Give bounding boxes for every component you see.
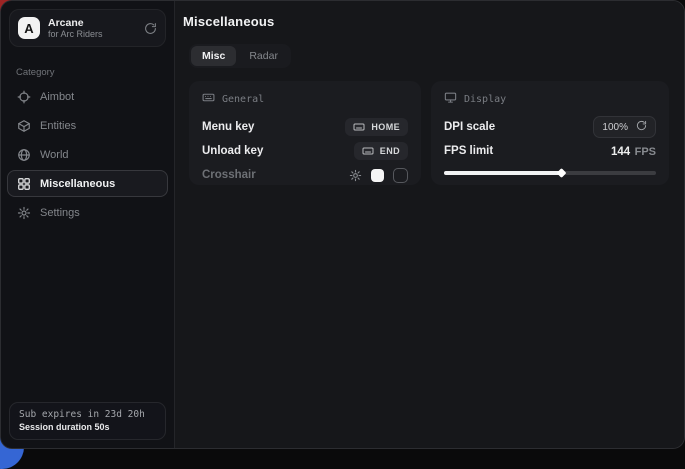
sidebar-item-miscellaneous[interactable]: Miscellaneous xyxy=(7,170,168,197)
rotate-icon[interactable] xyxy=(636,120,647,134)
unload-key-label: Unload key xyxy=(202,145,263,157)
account-subtitle: for Arc Riders xyxy=(48,29,103,40)
fps-limit-slider[interactable] xyxy=(444,171,656,175)
sidebar-nav: Aimbot Entities World Miscellaneous xyxy=(1,83,174,226)
sidebar-item-label: Entities xyxy=(40,120,76,132)
globe-icon xyxy=(17,148,31,162)
sidebar: A Arcane for Arc Riders Category Aimbot xyxy=(1,1,175,448)
session-duration-text: Session duration 50s xyxy=(19,422,156,432)
sidebar-spacer xyxy=(1,226,174,394)
sidebar-item-label: Aimbot xyxy=(40,91,74,103)
fps-slider-fill xyxy=(444,171,561,175)
display-card: Display DPI scale 100% FPS limit 144 xyxy=(431,81,669,185)
keyboard-icon xyxy=(362,145,374,157)
sidebar-item-world[interactable]: World xyxy=(7,141,168,168)
refresh-icon[interactable] xyxy=(144,22,157,35)
display-card-title: Display xyxy=(464,94,506,105)
crosshair-color-swatch[interactable] xyxy=(371,169,384,182)
fps-limit-value: 144 xyxy=(611,146,630,158)
grid-icon xyxy=(17,177,31,191)
sidebar-item-label: Settings xyxy=(40,207,80,219)
menu-key-bind-button[interactable]: HOME xyxy=(345,118,408,136)
sidebar-item-label: Miscellaneous xyxy=(40,178,115,190)
tab-radar[interactable]: Radar xyxy=(238,46,289,66)
fps-slider-thumb[interactable] xyxy=(556,168,566,178)
sidebar-item-settings[interactable]: Settings xyxy=(7,199,168,226)
fps-limit-value-group: 144 FPS xyxy=(611,142,656,160)
menu-key-label: Menu key xyxy=(202,121,254,133)
main-panel: Miscellaneous Misc Radar General Menu ke… xyxy=(175,1,684,448)
gear-icon xyxy=(17,206,31,220)
menu-key-row: Menu key HOME xyxy=(202,115,408,139)
crosshair-settings-gear-icon[interactable] xyxy=(349,169,362,182)
dpi-scale-label: DPI scale xyxy=(444,121,495,133)
keyboard-icon xyxy=(202,91,215,107)
general-card: General Menu key HOME Unload key END xyxy=(189,81,421,185)
account-card[interactable]: A Arcane for Arc Riders xyxy=(9,9,166,47)
monitor-icon xyxy=(444,91,457,107)
fps-limit-row: FPS limit 144 FPS xyxy=(444,139,656,163)
tab-bar: Misc Radar xyxy=(189,44,291,68)
tab-misc[interactable]: Misc xyxy=(191,46,236,66)
subscription-card: Sub expires in 23d 20h Session duration … xyxy=(9,402,166,440)
crosshair-checkbox[interactable] xyxy=(393,168,408,183)
crosshair-label: Crosshair xyxy=(202,169,256,181)
unload-key-bind-button[interactable]: END xyxy=(354,142,408,160)
general-card-header: General xyxy=(202,91,408,107)
settings-cards: General Menu key HOME Unload key END xyxy=(189,81,669,185)
account-info: Arcane for Arc Riders xyxy=(48,17,103,40)
menu-key-value: HOME xyxy=(371,122,400,132)
crosshair-row: Crosshair xyxy=(202,163,408,187)
fps-limit-unit: FPS xyxy=(635,146,656,158)
avatar: A xyxy=(18,17,40,39)
dpi-scale-row: DPI scale 100% xyxy=(444,115,656,139)
unload-key-row: Unload key END xyxy=(202,139,408,163)
account-name: Arcane xyxy=(48,17,103,29)
sidebar-item-label: World xyxy=(40,149,69,161)
general-card-title: General xyxy=(222,94,264,105)
dpi-scale-value: 100% xyxy=(602,122,628,133)
display-card-header: Display xyxy=(444,91,656,107)
fps-limit-label: FPS limit xyxy=(444,145,493,157)
unload-key-value: END xyxy=(380,146,400,156)
category-label: Category xyxy=(16,67,174,78)
app-window: A Arcane for Arc Riders Category Aimbot xyxy=(0,0,685,449)
dpi-scale-control[interactable]: 100% xyxy=(593,116,656,138)
keyboard-icon xyxy=(353,121,365,133)
sidebar-item-aimbot[interactable]: Aimbot xyxy=(7,83,168,110)
page-title: Miscellaneous xyxy=(183,14,669,29)
sidebar-item-entities[interactable]: Entities xyxy=(7,112,168,139)
crosshair-controls xyxy=(349,168,408,183)
sub-expires-text: Sub expires in 23d 20h xyxy=(19,409,156,420)
entities-icon xyxy=(17,119,31,133)
crosshair-icon xyxy=(17,90,31,104)
